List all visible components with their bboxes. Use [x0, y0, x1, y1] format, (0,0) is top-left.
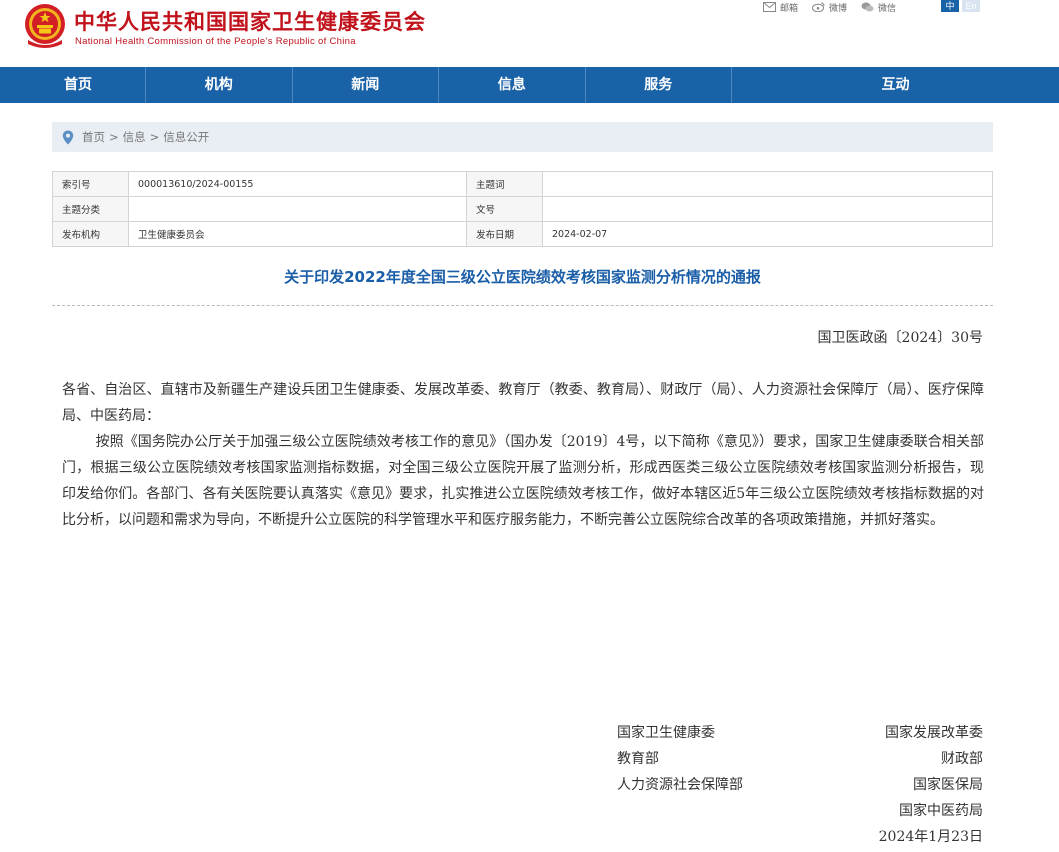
breadcrumb-separator: >	[109, 130, 119, 144]
signature-right-4: 国家中医药局	[899, 803, 983, 819]
top-links: 邮箱 微博 微信	[763, 0, 910, 14]
site-title-english: National Health Commission of the People…	[75, 36, 356, 47]
keyword-label: 主题词	[466, 171, 543, 197]
weibo-link[interactable]: 微博	[812, 1, 847, 14]
docnum-label: 文号	[466, 196, 543, 222]
date-value: 2024-02-07	[542, 221, 993, 247]
mail-label: 邮箱	[780, 3, 799, 14]
nav-item-home[interactable]: 首页	[0, 67, 146, 103]
article-body: 各省、自治区、直辖市及新疆生产建设兵团卫生健康委、发展改革委、教育厅（教委、教育…	[62, 377, 984, 533]
weibo-label: 微博	[829, 3, 848, 14]
signature-right-2: 财政部	[941, 751, 983, 767]
category-value	[128, 196, 467, 222]
location-pin-icon	[62, 130, 74, 144]
table-row: 主题分类 文号	[52, 196, 993, 222]
mail-link[interactable]: 邮箱	[763, 1, 798, 14]
salutation: 各省、自治区、直辖市及新疆生产建设兵团卫生健康委、发展改革委、教育厅（教委、教育…	[62, 382, 984, 424]
index-label: 索引号	[52, 171, 129, 197]
breadcrumb-info-disclosure[interactable]: 信息公开	[163, 129, 209, 145]
wechat-link[interactable]: 微信	[861, 1, 896, 14]
signature-right-1: 国家发展改革委	[885, 725, 983, 741]
signature-left-3: 人力资源社会保障部	[617, 777, 743, 793]
body-paragraph: 按照《国务院办公厅关于加强三级公立医院绩效考核工作的意见》（国办发〔2019〕4…	[62, 434, 984, 528]
signature-right-3: 国家医保局	[913, 777, 983, 793]
lang-zh-button[interactable]: 中	[941, 0, 959, 12]
article-title: 关于印发2022年度全国三级公立医院绩效考核国家监测分析情况的通报	[284, 268, 761, 286]
site-header: 中华人民共和国国家卫生健康委员会 National Health Commiss…	[0, 0, 1059, 66]
nav-item-organization[interactable]: 机构	[146, 67, 293, 103]
lang-en-button[interactable]: En	[962, 0, 980, 12]
signature-left-1: 国家卫生健康委	[617, 725, 715, 741]
wechat-icon	[861, 2, 874, 12]
breadcrumb-home[interactable]: 首页	[82, 129, 105, 145]
document-number: 国卫医政函〔2024〕30号	[817, 330, 983, 346]
nav-item-information[interactable]: 信息	[439, 67, 586, 103]
weibo-icon	[812, 2, 825, 12]
wechat-label: 微信	[878, 3, 897, 14]
national-emblem-icon[interactable]	[22, 2, 68, 50]
index-value: 000013610/2024-00155	[128, 171, 467, 197]
divider	[52, 305, 993, 306]
table-row: 索引号 000013610/2024-00155 主题词	[52, 171, 993, 197]
nav-item-services[interactable]: 服务	[586, 67, 732, 103]
document-info-table: 索引号 000013610/2024-00155 主题词 主题分类 文号 发布机…	[52, 171, 993, 247]
table-row: 发布机构 卫生健康委员会 发布日期 2024-02-07	[52, 221, 993, 247]
breadcrumb: 首页 > 信息 > 信息公开	[52, 122, 993, 152]
issuer-label: 发布机构	[52, 221, 129, 247]
docnum-value	[542, 196, 993, 222]
breadcrumb-information[interactable]: 信息	[123, 129, 146, 145]
main-nav: 首页 机构 新闻 信息 服务 互动	[0, 67, 1059, 103]
site-title[interactable]: 中华人民共和国国家卫生健康委员会	[74, 6, 426, 36]
keyword-value	[542, 171, 993, 197]
signature-date: 2024年1月23日	[878, 829, 983, 845]
nav-item-news[interactable]: 新闻	[293, 67, 439, 103]
breadcrumb-separator: >	[149, 130, 160, 144]
nav-item-interaction[interactable]: 互动	[732, 67, 1059, 103]
issuer-value: 卫生健康委员会	[128, 221, 467, 247]
category-label: 主题分类	[52, 196, 129, 222]
date-label: 发布日期	[466, 221, 543, 247]
mail-icon	[763, 2, 776, 12]
signature-left-2: 教育部	[617, 751, 659, 767]
